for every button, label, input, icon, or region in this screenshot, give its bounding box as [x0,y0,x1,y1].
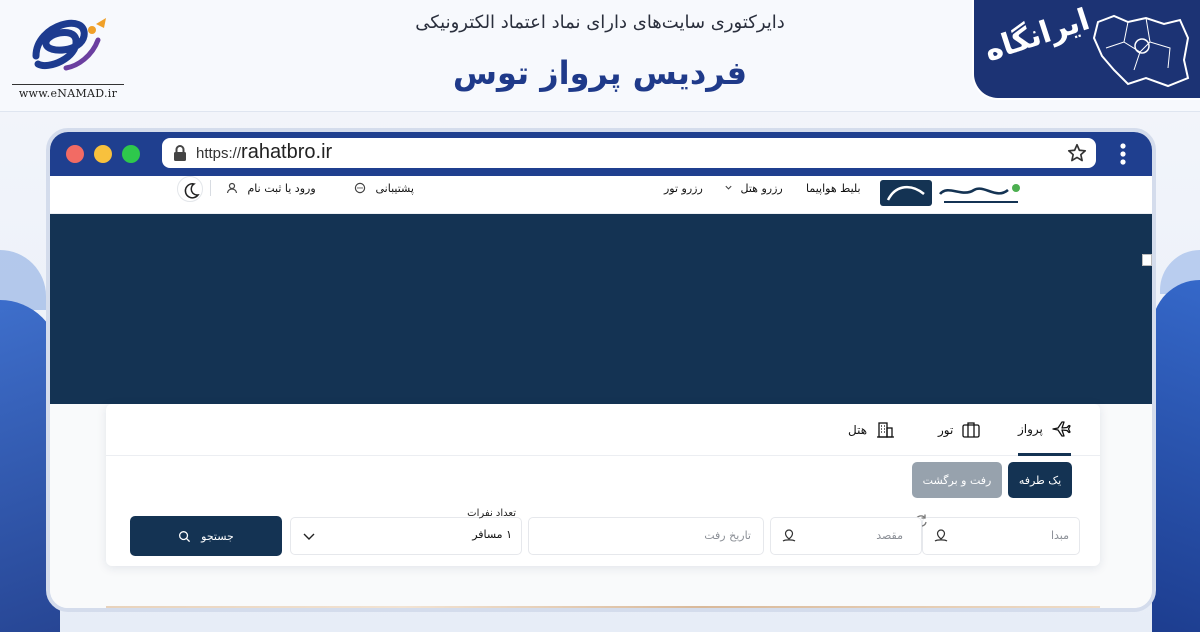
departure-date-field[interactable]: تاریخ رفت [528,517,764,555]
search-widget: پرواز تور هتل یک طرفه رفت و برگشت مبدا م… [106,404,1100,566]
enamad-logo[interactable]: www.eNAMAD.ir [8,4,124,100]
nav-hotel-label: رزرو هتل [740,182,783,195]
business-title: فردیس پرواز توس [452,54,748,92]
url-domain: rahatbro.ir [241,141,333,163]
destination-placeholder: مقصد [876,529,903,542]
bookmark-star-icon[interactable] [1066,142,1088,164]
tab-flight-label: پرواز [1018,421,1043,436]
iran-map-icon [1092,14,1190,88]
location-pin-icon [934,529,948,542]
login-label: ورود یا ثبت نام [247,182,316,195]
tab-hotel-label: هتل [848,423,868,437]
minimize-window-button[interactable] [94,145,112,163]
date-placeholder: تاریخ رفت [704,529,751,542]
hero-banner [50,214,1152,404]
browser-window: https://rahatbro.ir ورود یا ثبت نام پشتی… [46,128,1156,612]
passengers-label: تعداد نفرات [467,508,516,519]
enamad-e-icon [32,18,106,71]
irangah-logo-text: ایرانگاه [980,2,1094,69]
destination-field[interactable]: مقصد [770,517,922,555]
more-menu-icon[interactable] [1116,142,1130,166]
tab-flight[interactable]: پرواز [1018,404,1071,456]
directory-subtitle: دایرکتوری سایت‌های دارای نماد اعتماد الک… [415,12,785,33]
promo-image-strip [106,606,1100,608]
support-link[interactable]: پشتیبانی [354,182,414,195]
tab-hotel[interactable]: هتل [848,404,895,456]
support-label: پشتیبانی [375,182,414,195]
suitcase-icon [962,422,980,438]
tab-tour[interactable]: تور [938,404,981,456]
directory-header: www.eNAMAD.ir دایرکتوری سایت‌های دارای ن… [0,0,1200,112]
site-navbar: ورود یا ثبت نام پشتیبانی رزرو تور رزرو ه… [50,176,1152,214]
one-way-button[interactable]: یک طرفه [1008,462,1072,498]
url-protocol: https:// [196,145,242,162]
browser-toolbar: https://rahatbro.ir [50,132,1152,176]
website-viewport: ورود یا ثبت نام پشتیبانی رزرو تور رزرو ه… [50,176,1152,608]
chevron-down-icon [725,185,732,190]
moon-icon [184,183,200,199]
tab-tour-label: تور [938,423,954,437]
url-text: https://rahatbro.ir [196,141,332,164]
user-icon [226,182,238,194]
building-icon [877,422,895,438]
passengers-value: ۱ مسافر [472,528,512,541]
nav-flight-label: بلیط هواپیما [806,182,861,195]
decorative-wave [1152,280,1200,632]
airplane-icon [1052,420,1071,437]
close-window-button[interactable] [66,145,84,163]
origin-placeholder: مبدا [1050,529,1069,542]
chevron-down-icon [303,533,315,540]
maximize-window-button[interactable] [122,145,140,163]
dark-mode-toggle[interactable] [177,176,203,202]
origin-field[interactable]: مبدا [922,517,1080,555]
search-button[interactable]: جستجو [130,516,282,556]
nav-tour-label: رزرو تور [664,182,703,195]
broken-image-icon [1142,254,1152,266]
round-trip-button[interactable]: رفت و برگشت [912,462,1002,498]
search-label: جستجو [201,529,234,543]
search-icon [179,530,191,542]
lock-icon [174,145,186,161]
nav-divider [210,180,211,196]
enamad-url: www.eNAMAD.ir [12,84,124,100]
search-tabs: پرواز تور هتل [106,404,1100,456]
address-bar[interactable]: https://rahatbro.ir [162,138,1096,168]
nav-hotel-dropdown[interactable]: رزرو هتل [724,182,783,195]
nav-flight[interactable]: بلیط هواپیما [806,182,861,195]
location-pin-icon [782,529,796,542]
nav-tour[interactable]: رزرو تور [664,182,703,195]
chat-icon [354,182,366,194]
irangah-logo[interactable]: ایرانگاه [972,0,1200,100]
site-logo[interactable] [878,176,1030,208]
login-link[interactable]: ورود یا ثبت نام [226,182,316,195]
